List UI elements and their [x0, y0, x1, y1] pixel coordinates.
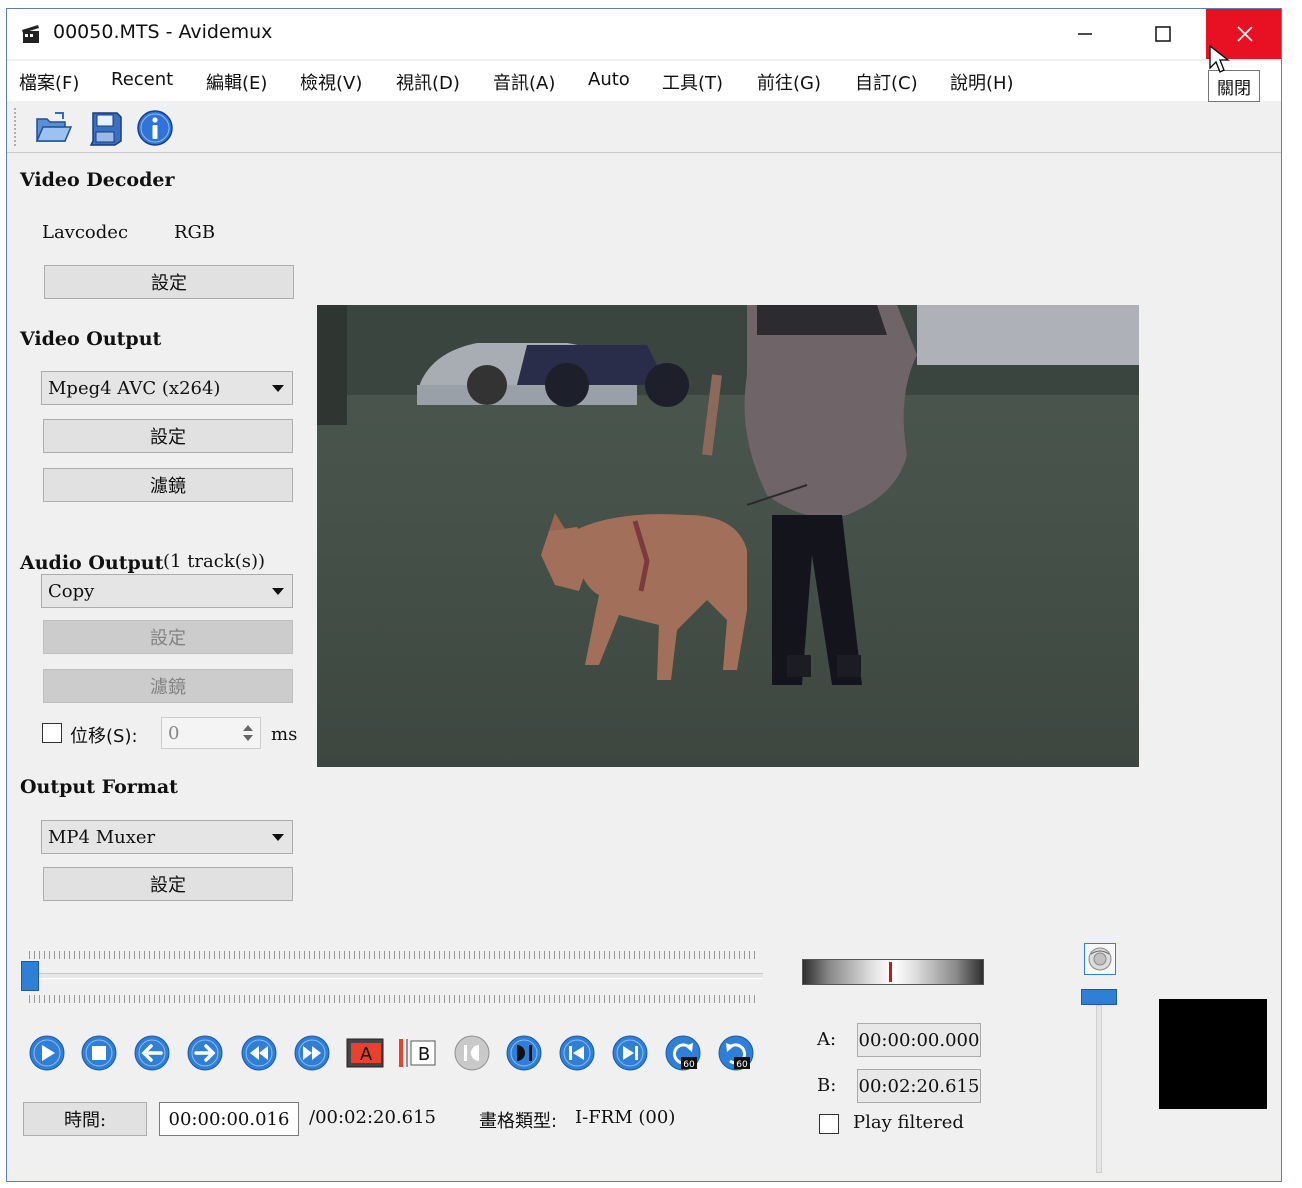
menu-recent[interactable]: Recent — [111, 69, 173, 90]
clapperboard-icon — [22, 25, 39, 43]
selection-b-label: B: — [817, 1075, 837, 1096]
marker-b-label: B — [418, 1044, 430, 1065]
next-keyframe-icon[interactable] — [610, 1033, 650, 1073]
marker-a-label: A — [360, 1044, 373, 1065]
volume-thumb[interactable] — [1081, 989, 1117, 1005]
goto-marker-a-icon[interactable] — [452, 1033, 492, 1073]
menu-go[interactable]: 前往(G) — [757, 69, 821, 95]
audio-shift-input[interactable]: 0 — [161, 717, 261, 749]
seek-ticks-top — [29, 951, 759, 959]
decoder-settings-button[interactable]: 設定 — [44, 265, 294, 299]
marker-a-icon[interactable]: A — [345, 1035, 385, 1071]
audio-shift-checkbox[interactable] — [42, 723, 62, 743]
frame-type-label: 畫格類型: — [479, 1111, 558, 1132]
rewind-icon[interactable] — [239, 1033, 279, 1073]
audio-track-count: (1 track(s)) — [163, 551, 266, 572]
minimize-button[interactable] — [1051, 9, 1119, 59]
play-filtered-checkbox[interactable] — [819, 1114, 839, 1134]
jog-indicator — [889, 962, 892, 982]
menu-view[interactable]: 檢視(V) — [300, 69, 362, 95]
video-codec-value: Mpeg4 AVC (x264) — [48, 377, 221, 399]
volume-icon[interactable] — [1084, 943, 1116, 975]
decoder-colorspace: RGB — [174, 222, 216, 243]
menu-custom[interactable]: 自訂(C) — [855, 69, 918, 95]
menu-edit[interactable]: 編輯(E) — [206, 69, 267, 95]
audio-codec-value: Copy — [48, 580, 95, 602]
svg-text:60: 60 — [683, 1060, 695, 1070]
next-frame-icon[interactable] — [185, 1033, 225, 1073]
frame-type-value: I-FRM (00) — [575, 1107, 676, 1128]
marker-b-icon[interactable]: B — [397, 1035, 437, 1071]
title-bar: 00050.MTS - Avidemux — [7, 9, 1281, 59]
menu-tools[interactable]: 工具(T) — [662, 69, 723, 95]
volume-track[interactable] — [1096, 1005, 1102, 1173]
mouse-cursor-icon — [1209, 44, 1230, 73]
avidemux-window: 00050.MTS - Avidemux 檔案(F) Recent 編輯(E) … — [6, 8, 1282, 1182]
audio-shift-label: 位移(S): — [70, 726, 138, 747]
muxer-settings-button[interactable]: 設定 — [43, 867, 293, 901]
video-frame-image — [317, 305, 1139, 767]
spinner-arrows-icon[interactable] — [240, 722, 256, 744]
save-disk-icon[interactable] — [85, 109, 125, 147]
time-button[interactable]: 時間: — [23, 1102, 147, 1136]
window-title: 00050.MTS - Avidemux — [53, 21, 273, 43]
muxer-select[interactable]: MP4 Muxer — [41, 820, 293, 854]
audio-output-title: Audio Output — [20, 552, 164, 574]
menu-file[interactable]: 檔案(F) — [19, 69, 79, 95]
minimize-icon — [1078, 33, 1092, 35]
menu-video[interactable]: 視訊(D) — [396, 69, 460, 95]
audio-codec-select[interactable]: Copy — [41, 574, 293, 608]
forward-60-icon[interactable]: 60 — [716, 1033, 756, 1073]
audio-shift-value: 0 — [168, 722, 180, 744]
audio-filters-button[interactable]: 濾鏡 — [43, 669, 293, 703]
video-filters-button[interactable]: 濾鏡 — [43, 468, 293, 502]
audio-meter — [1159, 999, 1267, 1109]
selection-b-value: 00:02:20.615 — [857, 1069, 981, 1103]
jog-shuttle[interactable] — [802, 959, 984, 985]
play-filtered-label: Play filtered — [853, 1112, 964, 1133]
chevron-down-icon — [272, 834, 284, 841]
seek-thumb[interactable] — [21, 961, 39, 991]
video-codec-select[interactable]: Mpeg4 AVC (x264) — [41, 371, 293, 405]
previous-frame-icon[interactable] — [132, 1033, 172, 1073]
info-icon[interactable] — [135, 109, 175, 147]
menu-auto[interactable]: Auto — [588, 69, 630, 90]
fast-forward-icon[interactable] — [292, 1033, 332, 1073]
seek-bar[interactable] — [21, 945, 763, 1005]
selection-a-label: A: — [817, 1029, 837, 1050]
video-output-title: Video Output — [20, 328, 162, 350]
svg-text:60: 60 — [736, 1060, 748, 1070]
chevron-down-icon — [272, 588, 284, 595]
back-60-icon[interactable]: 60 — [663, 1033, 703, 1073]
audio-shift-unit: ms — [271, 724, 298, 745]
menu-bar: 檔案(F) Recent 編輯(E) 檢視(V) 視訊(D) 音訊(A) Aut… — [7, 61, 1281, 101]
maximize-button[interactable] — [1129, 9, 1197, 59]
toolbar — [7, 101, 1281, 153]
seek-track[interactable] — [21, 973, 763, 979]
menu-help[interactable]: 說明(H) — [950, 69, 1014, 95]
output-format-title: Output Format — [20, 776, 178, 798]
menu-audio[interactable]: 音訊(A) — [493, 69, 555, 95]
previous-keyframe-icon[interactable] — [557, 1033, 597, 1073]
video-preview — [317, 305, 1139, 767]
close-tooltip: 關閉 — [1208, 70, 1260, 102]
muxer-value: MP4 Muxer — [48, 826, 156, 848]
current-time-input[interactable]: 00:00:00.016 — [159, 1102, 299, 1136]
play-icon[interactable] — [27, 1033, 67, 1073]
goto-marker-b-icon[interactable] — [504, 1033, 544, 1073]
stop-icon[interactable] — [79, 1033, 119, 1073]
video-settings-button[interactable]: 設定 — [43, 419, 293, 453]
video-decoder-title: Video Decoder — [20, 169, 175, 191]
audio-settings-button[interactable]: 設定 — [43, 620, 293, 654]
total-time: /00:02:20.615 — [309, 1107, 436, 1128]
decoder-name: Lavcodec — [42, 222, 129, 243]
chevron-down-icon — [272, 385, 284, 392]
open-folder-icon[interactable] — [33, 109, 73, 147]
close-icon — [1236, 26, 1253, 42]
toolbar-grip[interactable] — [13, 107, 17, 147]
seek-ticks-bottom — [29, 995, 759, 1003]
maximize-icon — [1155, 26, 1171, 42]
selection-a-value: 00:00:00.000 — [857, 1023, 981, 1057]
